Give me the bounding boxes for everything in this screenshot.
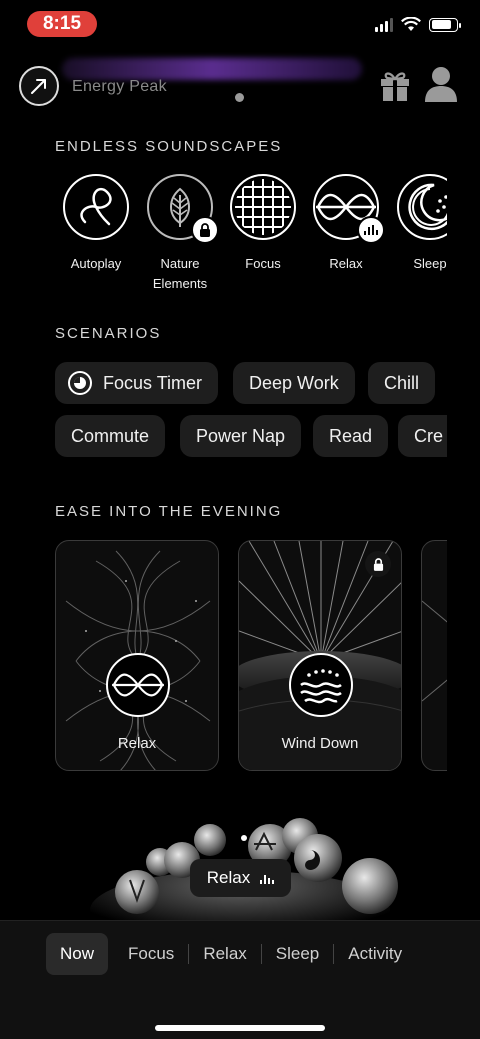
soundscape-autoplay[interactable]: Autoplay (56, 174, 136, 274)
lock-icon (365, 551, 391, 577)
chip-focus-timer[interactable]: Focus Timer (55, 362, 219, 404)
soundscape-label: Focus (245, 256, 281, 271)
card-label: Wind Down (281, 735, 359, 752)
mini-player[interactable]: Relax (190, 859, 291, 897)
battery-icon (429, 17, 461, 32)
energy-glow (62, 58, 362, 80)
wave-icon (106, 653, 170, 717)
soundscape-nature-elements[interactable]: Nature Elements (140, 174, 220, 294)
tab-relax[interactable]: Relax (189, 933, 260, 975)
scenarios-row-1: Focus Timer Deep Work Chill (55, 362, 447, 406)
timer-icon (68, 371, 92, 395)
status-time: 8:15 (27, 11, 97, 37)
soundscape-label: Relax (329, 256, 363, 271)
tab-activity[interactable]: Activity (334, 933, 416, 975)
sunset-waves-icon (289, 653, 353, 717)
grid-sphere-icon (230, 174, 296, 240)
soundscape-relax[interactable]: Relax (306, 174, 386, 274)
tab-sleep[interactable]: Sleep (262, 933, 333, 975)
tabs: Now Focus Relax Sleep Activity (46, 933, 416, 975)
cellular-signal-icon (375, 17, 393, 32)
chip-commute[interactable]: Commute (55, 415, 166, 457)
soundscape-focus[interactable]: Focus (223, 174, 303, 274)
chip-power-nap[interactable]: Power Nap (180, 415, 302, 457)
evening-title: EASE INTO THE EVENING (55, 503, 283, 520)
energy-arrow-icon[interactable] (19, 66, 59, 106)
tab-focus[interactable]: Focus (114, 933, 188, 975)
soundscape-label: Autoplay (70, 256, 122, 271)
soundscape-sleep[interactable]: Sleep (390, 174, 447, 274)
chip-chill[interactable]: Chill (368, 362, 436, 404)
evening-cards: Relax Wind Down (55, 540, 447, 772)
header: Energy Peak (0, 58, 480, 118)
status-icons (375, 17, 461, 32)
scenarios-title: SCENARIOS (55, 325, 162, 342)
card-relax[interactable]: Relax (55, 540, 219, 771)
wifi-icon (401, 17, 421, 31)
soundscape-label: Nature Elements (152, 256, 208, 291)
chip-read[interactable]: Read (313, 415, 389, 457)
card-wind-down[interactable]: Wind Down (238, 540, 402, 771)
card-next-partial[interactable] (421, 540, 447, 771)
lock-icon (191, 216, 219, 244)
mini-player-label: Relax (206, 868, 251, 887)
scenarios-row-2: Commute Power Nap Read Cre (55, 415, 447, 459)
profile-icon[interactable] (424, 66, 458, 102)
gift-icon[interactable] (379, 68, 411, 102)
moon-icon (397, 174, 447, 240)
home-indicator[interactable] (155, 1025, 325, 1031)
page-indicator-dot (235, 93, 244, 102)
soundscapes-title: ENDLESS SOUNDSCAPES (55, 138, 283, 155)
status-bar: 8:15 (0, 0, 480, 50)
soundscape-label: Sleep (413, 256, 447, 271)
leaf-icon (147, 174, 219, 244)
chip-create[interactable]: Cre (398, 415, 447, 457)
bottom-tab-bar: Now Focus Relax Sleep Activity (0, 920, 480, 1039)
playing-eq-icon (357, 216, 385, 244)
soundscapes-row[interactable]: Autoplay Nature Elements Focus Relax Sle… (55, 174, 447, 304)
autoplay-icon (63, 174, 129, 240)
card-next-artwork (422, 600, 447, 702)
playing-eq-icon (260, 872, 275, 884)
card-label: Relax (117, 735, 157, 752)
energy-label[interactable]: Energy Peak (72, 78, 167, 96)
chip-deep-work[interactable]: Deep Work (233, 362, 355, 404)
wave-icon (313, 174, 385, 244)
tab-now[interactable]: Now (46, 933, 109, 975)
